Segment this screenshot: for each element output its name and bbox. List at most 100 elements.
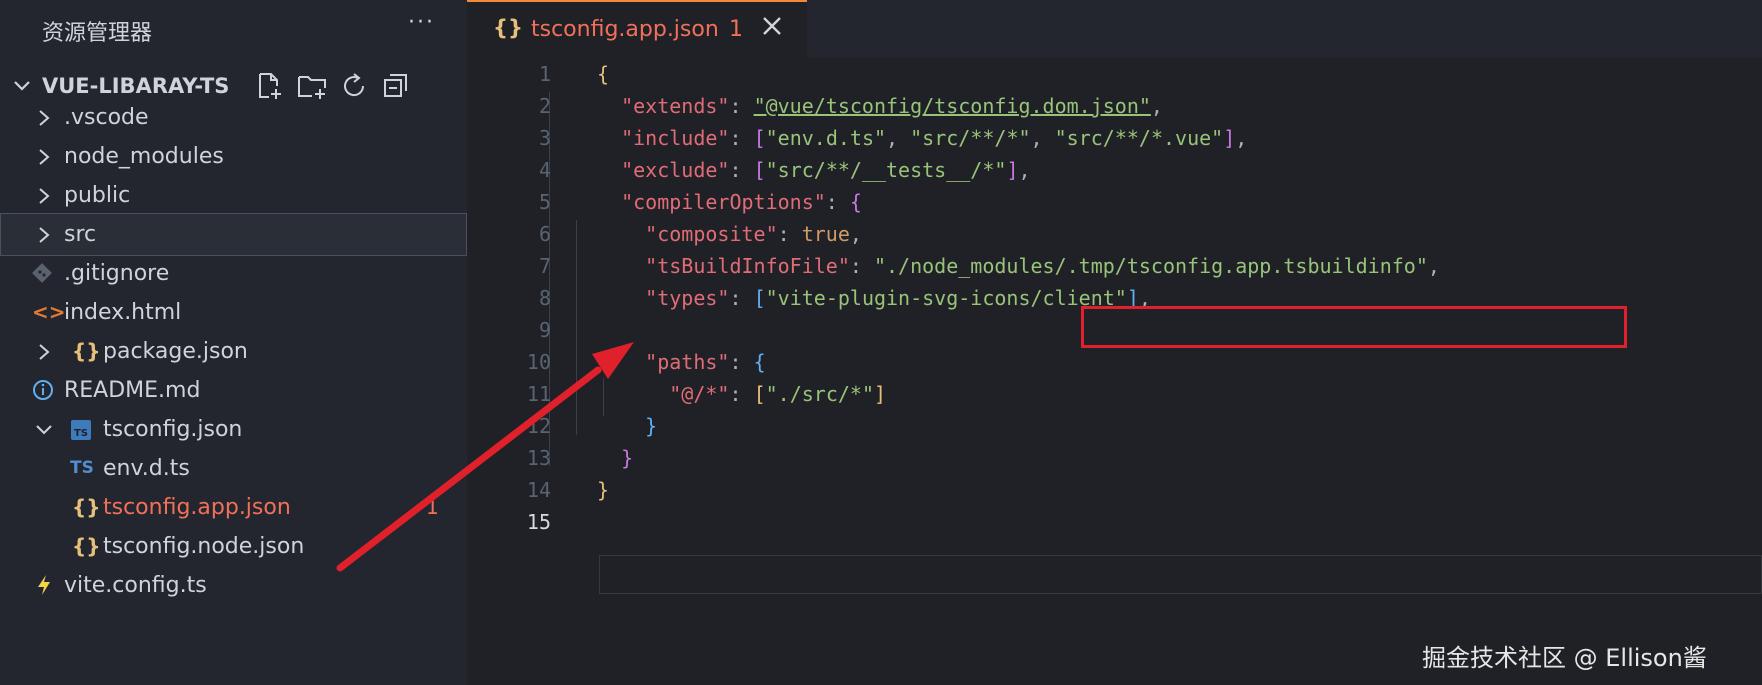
code-token: "include" [621,126,730,150]
code-token: [ [753,382,766,406]
code-token: } [621,446,634,470]
chevron-down-icon [36,425,52,435]
tree-item-label: .vscode [64,105,149,130]
chevron-right-icon [39,110,50,126]
tab-label: tsconfig.app.json [531,17,719,42]
code-line-6[interactable]: "composite": true, [597,222,862,246]
tree-item-vscode[interactable]: .vscode [0,96,467,139]
code-line-2[interactable]: "extends": "@vue/tsconfig/tsconfig.dom.j… [597,94,1163,118]
code-line-10[interactable]: "paths": { [597,350,766,374]
json-file-icon: {} [72,339,101,363]
code-line-5[interactable]: "compilerOptions": { [597,190,862,214]
tree-item-env-d-ts[interactable]: TS env.d.ts [0,447,467,490]
tree-item-public[interactable]: public [0,174,467,217]
code-line-12[interactable]: } [597,414,657,438]
code-token: [ [753,126,766,150]
chevron-right-icon [39,188,50,204]
code-token: "extends" [621,94,730,118]
tree-item-label: env.d.ts [103,456,190,481]
tree-item-src[interactable]: src [0,213,467,256]
line-number: 14 [526,478,551,502]
code-token: "types" [645,286,730,310]
tree-item-label: src [64,222,97,247]
explorer-sidebar: 资源管理器 ··· VUE-LIBARAY-TS .vscode node_mo… [0,0,467,685]
code-line-8[interactable]: "types": ["vite-plugin-svg-icons/client"… [597,286,1151,310]
project-name: VUE-LIBARAY-TS [42,74,230,98]
code-token: { [849,190,862,214]
info-icon [33,380,53,400]
code-token: : [729,350,754,374]
code-token: { [753,350,766,374]
code-token: true [801,222,850,246]
code-token: [ [753,158,766,182]
tree-item-gitignore[interactable]: .gitignore [0,252,467,295]
code-line-4[interactable]: "exclude": ["src/**/__tests__/*"], [597,158,1031,182]
tree-item-label: tsconfig.json [103,417,243,442]
problem-count-badge: 1 [426,495,439,519]
watermark: 掘金技术社区 @ Ellison酱 [1422,644,1707,672]
code-line-14[interactable]: } [597,478,609,502]
tree-item-readme[interactable]: README.md [0,369,467,412]
json-file-icon: {} [72,495,101,519]
current-line-highlight [599,555,1762,594]
code-token: , [1427,254,1440,278]
code-token: "env.d.ts" [765,126,887,150]
code-token: , [1018,158,1031,182]
code-line-3[interactable]: "include": ["env.d.ts", "src/**/*", "src… [597,126,1247,150]
tree-item-tsconfig-app-json[interactable]: {} tsconfig.app.json 1 [0,486,467,529]
tree-item-vite-config[interactable]: vite.config.ts [0,564,467,607]
json-file-icon: {} [493,16,523,40]
code-token: "vite-plugin-svg-icons/client" [765,286,1127,310]
tree-item-label: public [64,183,131,208]
tree-item-label: vite.config.ts [64,573,207,598]
code-token: "compilerOptions" [621,190,826,214]
tree-item-package-json[interactable]: {} package.json [0,330,467,373]
code-token: ] [1223,126,1236,150]
tree-item-label: README.md [64,378,201,403]
code-line-1[interactable]: { [597,62,609,86]
html-file-icon: <> [32,300,66,324]
code-token: : [729,94,754,118]
tab-problem-badge: 1 [729,17,743,42]
code-line-13[interactable]: } [597,446,633,470]
tab-bar-empty [807,0,1762,58]
tree-item-label: index.html [64,300,182,325]
code-token: "exclude" [621,158,730,182]
lightning-icon [38,575,50,595]
more-actions-button[interactable]: ··· [408,10,435,35]
code-token: "paths" [645,350,730,374]
line-number: 13 [526,446,551,470]
tree-item-tsconfig-node-json[interactable]: {} tsconfig.node.json [0,525,467,568]
chevron-right-icon [39,227,50,243]
chevron-right-icon [39,149,50,165]
typescript-icon: TS [70,458,94,478]
tree-item-tsconfig-json[interactable]: TS tsconfig.json [0,408,467,451]
code-token: : [729,126,754,150]
code-token: , [1150,94,1163,118]
code-token: ] [873,382,887,406]
code-token: , [1030,126,1055,150]
line-number: 1 [538,62,551,86]
line-number: 10 [526,350,551,374]
code-token: } [645,414,658,438]
tree-item-index-html[interactable]: <> index.html [0,291,467,334]
tab-tsconfig-app-json[interactable]: {} tsconfig.app.json 1 [467,0,807,58]
tree-item-label: node_modules [64,144,224,169]
close-icon[interactable] [757,11,787,41]
code-line-7[interactable]: "tsBuildInfoFile": "./node_modules/.tmp/… [597,254,1440,278]
code-token: : [729,158,754,182]
code-line-11[interactable]: "@/*": ["./src/*"] [597,382,886,406]
tree-item-label: tsconfig.node.json [103,534,305,559]
tree-item-label: .gitignore [64,261,170,286]
code-token: "./src/*" [765,382,874,406]
code-token: "src/**/__tests__/*" [765,158,1007,182]
line-number: 4 [538,158,551,182]
code-token: : [729,382,754,406]
line-number-current: 15 [526,510,551,534]
explorer-title: 资源管理器 [42,21,153,46]
line-number: 12 [526,414,551,438]
tree-item-node-modules[interactable]: node_modules [0,135,467,178]
code-token: : [729,286,754,310]
code-token: , [1235,126,1248,150]
line-number: 6 [538,222,551,246]
